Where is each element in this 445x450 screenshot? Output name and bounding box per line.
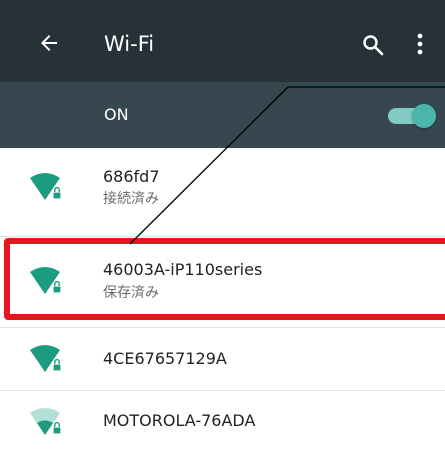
network-ssid: 4CE67657129A [103, 349, 227, 368]
network-item[interactable]: 4CE67657129A [0, 328, 445, 390]
wifi-signal-lock-icon [30, 345, 62, 372]
page-title: Wi-Fi [104, 32, 155, 56]
toggle-thumb [412, 104, 436, 128]
search-icon[interactable] [361, 33, 385, 57]
wifi-signal-lock-icon [30, 173, 62, 200]
divider [0, 236, 445, 237]
arrow-back-icon[interactable] [37, 31, 61, 55]
highlight-box [4, 238, 445, 320]
network-item[interactable]: 686fd7 接続済み [0, 148, 445, 226]
network-ssid: 686fd7 [103, 167, 160, 186]
network-status: 接続済み [103, 191, 159, 207]
wifi-toggle[interactable] [388, 98, 445, 132]
wifi-signal-weak-lock-icon [30, 408, 62, 435]
wifi-on-label: ON [104, 105, 129, 124]
app-bar: Wi-Fi [0, 0, 445, 82]
more-vert-icon[interactable] [408, 31, 432, 57]
network-ssid: MOTOROLA-76ADA [103, 411, 256, 430]
network-item[interactable]: MOTOROLA-76ADA [0, 391, 445, 450]
wifi-master-switch-bar[interactable]: ON [0, 82, 445, 148]
